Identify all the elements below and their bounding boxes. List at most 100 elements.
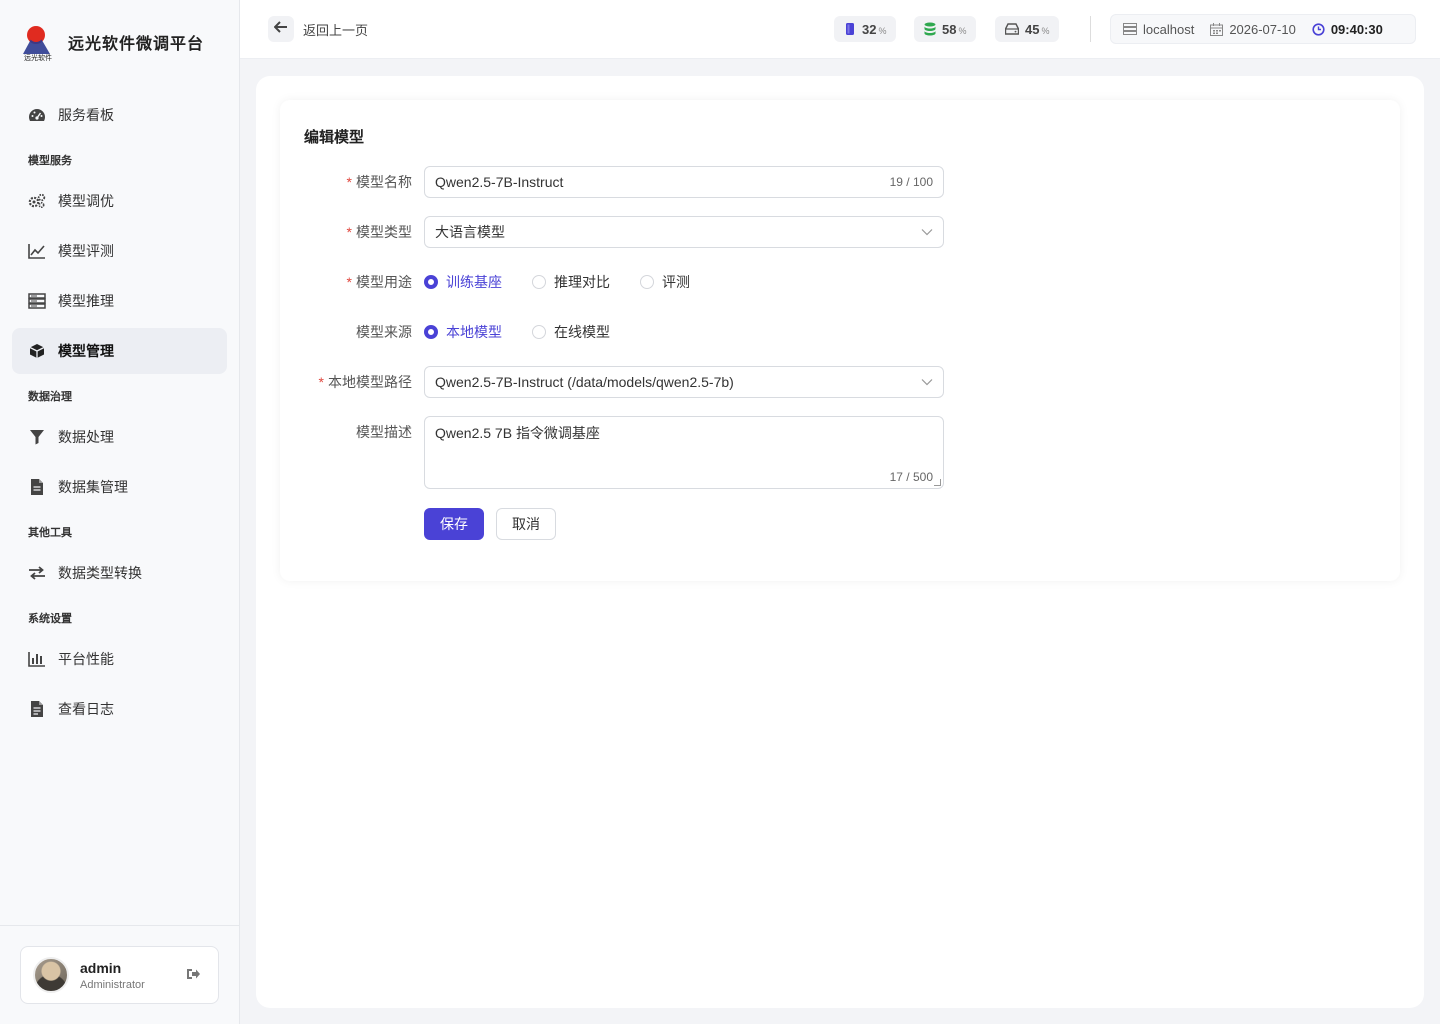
topbar: 返回上一页 32 % 58 % 45 % localhost 2026-07-1…: [240, 0, 1440, 59]
filter-icon: [28, 428, 46, 446]
radio-dot: [424, 275, 438, 289]
disk-icon: [1005, 23, 1019, 35]
chevron-down-icon: [921, 228, 933, 236]
host-name: localhost: [1143, 21, 1195, 37]
save-button[interactable]: 保存: [424, 508, 484, 540]
form-actions: 保存 取消: [304, 508, 944, 540]
storage-value: 58: [942, 21, 957, 37]
brand-logo: 远光软件: [20, 22, 56, 62]
sidebar-item-dashboard[interactable]: 服务看板: [12, 92, 227, 138]
sidebar-item-label: 查看日志: [58, 701, 114, 717]
system-info-box: localhost 2026-07-10 09:40:30: [1110, 14, 1416, 44]
radio-dot: [640, 275, 654, 289]
sidebar-item-platform-performance[interactable]: 平台性能: [12, 636, 227, 682]
gears-icon: [28, 192, 46, 210]
dashboard-icon: [28, 106, 46, 124]
form-row-model-source: 模型来源 本地模型 在线模型: [304, 316, 944, 348]
model-purpose-radio-group: 训练基座 推理对比 评测: [424, 266, 944, 298]
server-icon: [28, 292, 46, 310]
sidebar-item-label: 服务看板: [58, 107, 114, 123]
sidebar-item-label: 数据集管理: [58, 479, 128, 495]
logout-icon[interactable]: [186, 967, 200, 986]
nav-group-title: 系统设置: [28, 613, 72, 625]
sidebar-item-data-processing[interactable]: 数据处理: [12, 414, 227, 460]
resize-handle[interactable]: [934, 479, 941, 486]
sidebar-item-model-management[interactable]: 模型管理: [12, 328, 227, 374]
memory-usage-badge: 32 %: [834, 16, 897, 42]
disk-usage-badge: 45 %: [995, 16, 1060, 42]
brand-name: 远光软件微调平台: [68, 36, 205, 53]
current-time: 09:40:30: [1330, 21, 1383, 37]
radio-evaluation[interactable]: 评测: [640, 272, 690, 292]
radio-local-model[interactable]: 本地模型: [424, 322, 502, 342]
memory-value: 32: [862, 21, 877, 37]
nav-group-title: 其他工具: [28, 527, 72, 539]
local-path-select[interactable]: Qwen2.5-7B-Instruct (/data/models/qwen2.…: [424, 366, 944, 398]
storage-unit: %: [958, 25, 967, 36]
clock-icon: [1312, 22, 1325, 36]
user-name: admin: [80, 959, 122, 976]
app-root: 远光软件 远光软件微调平台 服务看板 模型服务 模型调优 模型评测 模型推理 模…: [0, 0, 1440, 1024]
file-icon: [28, 478, 46, 496]
sidebar-item-dataset-management[interactable]: 数据集管理: [12, 464, 227, 510]
swap-icon: [28, 564, 46, 582]
field-label: * 模型类型: [346, 224, 412, 240]
arrow-left-icon: [273, 20, 288, 38]
avatar: [33, 957, 69, 993]
model-source-radio-group: 本地模型 在线模型: [424, 316, 944, 348]
sidebar-item-data-type-conversion[interactable]: 数据类型转换: [12, 550, 227, 596]
form-row-model-purpose: * 模型用途 训练基座 推理对比 评测: [304, 266, 944, 298]
radio-online-model[interactable]: 在线模型: [532, 322, 610, 342]
description-textarea[interactable]: Qwen2.5 7B 指令微调基座 17 / 500: [424, 416, 944, 489]
divider: [1090, 16, 1091, 42]
form-row-description: 模型描述 Qwen2.5 7B 指令微调基座 17 / 500: [304, 416, 944, 489]
back-label[interactable]: 返回上一页: [303, 20, 368, 39]
memory-icon: [844, 22, 856, 36]
required-mark: *: [346, 174, 352, 190]
sidebar-item-label: 模型推理: [58, 293, 114, 309]
model-name-counter: 19 / 100: [889, 175, 933, 189]
required-mark: *: [346, 274, 352, 290]
description-counter: 17 / 500: [889, 470, 933, 484]
user-card[interactable]: admin Administrator: [20, 946, 219, 1004]
brand-logo-text: 远光软件: [24, 53, 52, 62]
radio-inference-compare[interactable]: 推理对比: [532, 272, 610, 292]
field-label: * 本地模型路径: [318, 374, 412, 390]
radio-training-base[interactable]: 训练基座: [424, 272, 502, 292]
model-type-select[interactable]: 大语言模型: [424, 216, 944, 248]
storage-usage-badge: 58 %: [914, 16, 977, 42]
memory-unit: %: [878, 25, 887, 36]
sidebar-nav: 服务看板 模型服务 模型调优 模型评测 模型推理 模型管理 数据治理 数据处理 …: [12, 92, 227, 736]
model-type-value: 大语言模型: [435, 224, 505, 240]
required-mark: *: [346, 224, 352, 240]
sidebar-item-label: 模型调优: [58, 193, 114, 209]
model-name-input[interactable]: Qwen2.5-7B-Instruct 19 / 100: [424, 166, 944, 198]
local-path-value: Qwen2.5-7B-Instruct (/data/models/qwen2.…: [435, 374, 734, 390]
sidebar-item-label: 模型管理: [58, 343, 114, 359]
disk-unit: %: [1041, 25, 1050, 36]
sidebar-item-view-logs[interactable]: 查看日志: [12, 686, 227, 732]
server-icon: [1123, 23, 1137, 35]
radio-dot: [424, 325, 438, 339]
nav-group-title: 数据治理: [28, 391, 72, 403]
user-info: admin Administrator: [80, 960, 145, 991]
sidebar-item-model-tuning[interactable]: 模型调优: [12, 178, 227, 224]
bar-chart-icon: [28, 650, 46, 668]
sidebar-item-label: 模型评测: [58, 243, 114, 259]
sidebar-item-model-eval[interactable]: 模型评测: [12, 228, 227, 274]
user-section: admin Administrator: [0, 925, 239, 1024]
sidebar: 远光软件 远光软件微调平台 服务看板 模型服务 模型调优 模型评测 模型推理 模…: [0, 0, 240, 1024]
field-label: 模型来源: [356, 324, 412, 340]
sidebar-item-label: 平台性能: [58, 651, 114, 667]
model-name-value: Qwen2.5-7B-Instruct: [435, 174, 564, 190]
sidebar-item-model-inference[interactable]: 模型推理: [12, 278, 227, 324]
nav-group-title: 模型服务: [28, 155, 72, 167]
cancel-button[interactable]: 取消: [496, 508, 556, 540]
current-date: 2026-07-10: [1229, 21, 1296, 37]
back-button[interactable]: [268, 16, 294, 42]
main-content: 编辑模型 * 模型名称 Qwen2.5-7B-Instruct 19 / 100 …: [256, 76, 1424, 1008]
chevron-down-icon: [921, 378, 933, 386]
radio-dot: [532, 275, 546, 289]
cube-icon: [28, 342, 46, 360]
brand[interactable]: 远光软件 远光软件微调平台: [20, 22, 204, 62]
